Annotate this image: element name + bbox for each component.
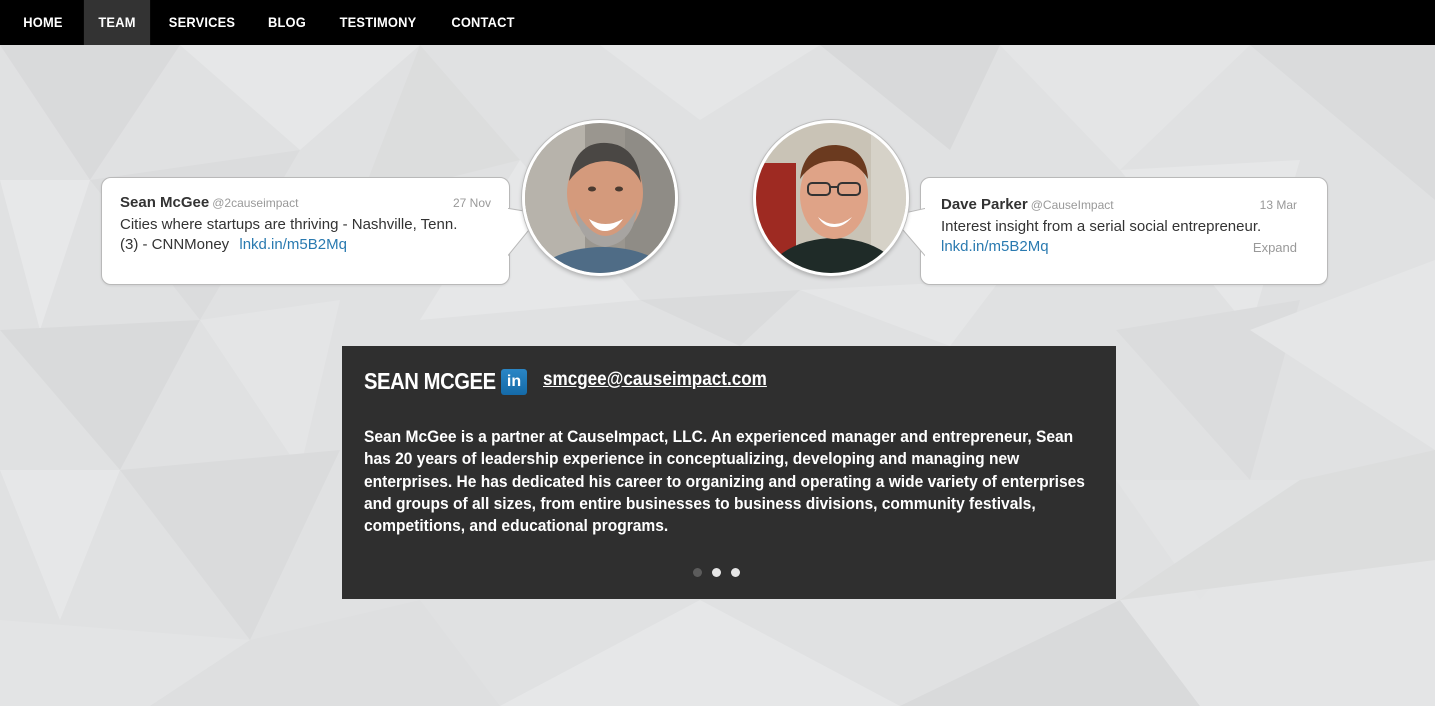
nav-services[interactable]: SERVICES [163, 0, 240, 45]
bio-name: SEAN MCGEE [364, 368, 496, 394]
bio-text: Sean McGee is a partner at CauseImpact, … [364, 427, 1085, 536]
tweet-text: Cities where startups are thriving - Nas… [120, 215, 505, 255]
carousel-dot-2[interactable] [712, 568, 721, 577]
bio-email-link[interactable]: smcgee@causeimpact.com [543, 369, 767, 391]
nav-testimony[interactable]: TESTIMONY [334, 0, 422, 45]
tweet-card-dave: Dave Parker @CauseImpact 13 Mar Interest … [920, 177, 1328, 285]
tweet-text-line-2: (3) - CNNMoney lnkd.in/m5B2Mq [120, 235, 505, 255]
tweet-author: Sean McGee @2causeimpact [120, 194, 298, 211]
tweet-author: Dave Parker @CauseImpact [941, 196, 1114, 213]
team-bio-panel: SEAN MCGEE in smcgee@causeimpact.com Sea… [342, 346, 1116, 599]
tweet-text-line: Interest insight from a serial social en… [941, 218, 1262, 235]
tweet-text-line: Cities where startups are thriving - Nas… [120, 216, 458, 233]
tweet-expand-link[interactable]: Expand [1253, 240, 1297, 255]
tweet-date[interactable]: 13 Mar [1260, 198, 1297, 212]
tweet-link[interactable]: lnkd.in/m5B2Mq [239, 236, 347, 253]
avatar-sean-mcgee[interactable] [522, 120, 678, 276]
tweet-handle[interactable]: @2causeimpact [212, 196, 298, 210]
carousel-dot-1[interactable] [693, 568, 702, 577]
tweet-date[interactable]: 27 Nov [453, 196, 491, 210]
carousel-dot-3[interactable] [731, 568, 740, 577]
tweet-handle[interactable]: @CauseImpact [1031, 198, 1114, 212]
nav-home[interactable]: HOME [14, 0, 71, 45]
tweet-card-sean: Sean McGee @2causeimpact 27 Nov Cities wh… [101, 177, 510, 285]
avatar-dave-parker[interactable] [753, 120, 909, 276]
tweet-author-name: Sean McGee [120, 194, 210, 211]
tweet-link[interactable]: lnkd.in/m5B2Mq [941, 238, 1049, 255]
nav-blog[interactable]: BLOG [260, 0, 313, 45]
top-navbar: HOME TEAM SERVICES BLOG TESTIMONY CONTAC… [0, 0, 1435, 45]
nav-contact[interactable]: CONTACT [444, 0, 521, 45]
tweet-author-name: Dave Parker [941, 196, 1028, 213]
linkedin-icon[interactable]: in [501, 369, 527, 395]
avatar-dave-image [756, 123, 906, 273]
nav-team[interactable]: TEAM [83, 0, 151, 45]
avatar-sean-image [525, 123, 675, 273]
tweet-text-line: (3) - CNNMoney [120, 236, 230, 253]
